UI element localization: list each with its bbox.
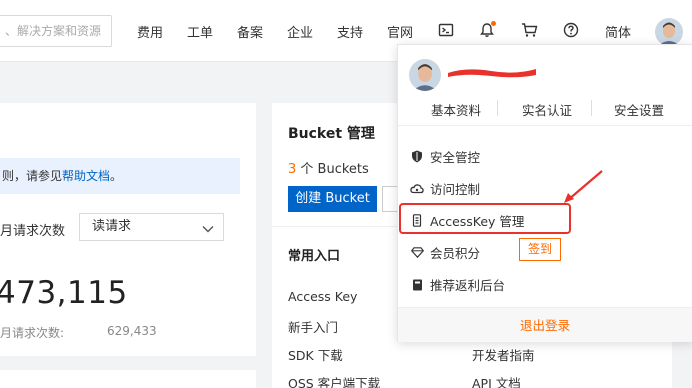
dropdown-divider	[398, 125, 692, 126]
menu-item-label: 推荐返利后台	[430, 278, 506, 293]
menu-item-label: 访问控制	[430, 182, 481, 197]
cloud-key-icon	[410, 182, 424, 196]
last-month-label: 月请求次数:	[0, 326, 65, 340]
search-input[interactable]: 、解决方案和资源	[0, 15, 112, 47]
separator	[497, 100, 498, 116]
getting-started-link[interactable]: 新手入门	[288, 317, 338, 336]
create-bucket-button[interactable]: 创建 Bucket	[288, 186, 377, 212]
api-doc-link[interactable]: API 文档	[472, 373, 521, 388]
nav-enterprise[interactable]: 企业	[287, 22, 313, 41]
menu-item-label: 会员积分	[430, 246, 481, 261]
notification-dot	[491, 21, 496, 26]
nav-support[interactable]: 支持	[337, 22, 363, 41]
help-icon[interactable]	[561, 20, 581, 40]
request-type-select[interactable]: 读请求	[79, 213, 224, 241]
oss-client-download-link[interactable]: OSS 客户端下载	[288, 373, 380, 388]
check-in-button[interactable]: 签到	[519, 238, 561, 261]
request-count-value: 473,115	[0, 275, 128, 311]
annotation-highlight-box	[399, 203, 571, 234]
terminal-icon[interactable]	[436, 20, 456, 40]
bucket-count: 3 个 Buckets	[288, 158, 369, 177]
nav-icp-filing[interactable]: 备案	[237, 22, 263, 41]
basic-profile-link[interactable]: 基本资料	[431, 100, 481, 119]
secondary-card	[0, 370, 256, 388]
info-banner: 则，请参见帮助文档。	[0, 158, 240, 194]
menu-item-member-points[interactable]: 会员积分	[410, 243, 480, 262]
help-doc-link[interactable]: 帮助文档	[62, 169, 110, 183]
real-name-auth-link[interactable]: 实名认证	[522, 100, 572, 119]
menu-item-label: 安全管控	[430, 150, 481, 165]
usage-card: 则，请参见帮助文档。 月请求次数 读请求 473,115 月请求次数: 629,…	[0, 103, 256, 356]
diamond-icon	[410, 246, 424, 260]
last-month-value: 629,433	[107, 324, 157, 338]
info-text-end: 。	[110, 169, 123, 183]
menu-item-security-control[interactable]: 安全管控	[410, 147, 480, 166]
shield-icon	[410, 150, 424, 164]
nav-billing[interactable]: 费用	[137, 22, 163, 41]
bucket-count-text: 个 Buckets	[296, 162, 369, 177]
chevron-down-icon	[201, 220, 215, 246]
user-avatar[interactable]	[655, 18, 683, 46]
nav-official-site[interactable]: 官网	[387, 22, 413, 41]
nav-ticket[interactable]: 工单	[187, 22, 213, 41]
menu-item-access-control[interactable]: 访问控制	[410, 179, 480, 198]
separator	[591, 100, 592, 116]
bell-icon[interactable]	[477, 20, 497, 40]
developer-guide-link[interactable]: 开发者指南	[472, 345, 535, 364]
logout-button[interactable]: 退出登录	[398, 307, 692, 342]
info-text: 则，请参见	[2, 169, 63, 183]
book-icon	[410, 278, 424, 292]
menu-item-referral-dashboard[interactable]: 推荐返利后台	[410, 275, 505, 294]
common-entries-title: 常用入口	[288, 249, 341, 264]
language-switch[interactable]: 简体	[605, 22, 631, 41]
annotation-arrow-icon	[564, 170, 603, 203]
security-settings-link[interactable]: 安全设置	[614, 100, 664, 119]
cart-icon[interactable]	[519, 20, 539, 40]
request-type-value: 读请求	[92, 219, 132, 234]
dropdown-avatar	[409, 59, 441, 91]
user-menu-dropdown: 基本资料 实名认证 安全设置 安全管控 访问控制 AccessKey 管理 会员…	[397, 44, 692, 342]
bucket-title: Bucket 管理	[288, 126, 375, 142]
last-month-row: 月请求次数: 629,433	[0, 324, 157, 341]
sdk-download-link[interactable]: SDK 下载	[288, 345, 343, 364]
request-count-label: 月请求次数	[0, 224, 66, 239]
redacted-username	[448, 69, 536, 78]
access-key-link[interactable]: Access Key	[288, 289, 357, 304]
